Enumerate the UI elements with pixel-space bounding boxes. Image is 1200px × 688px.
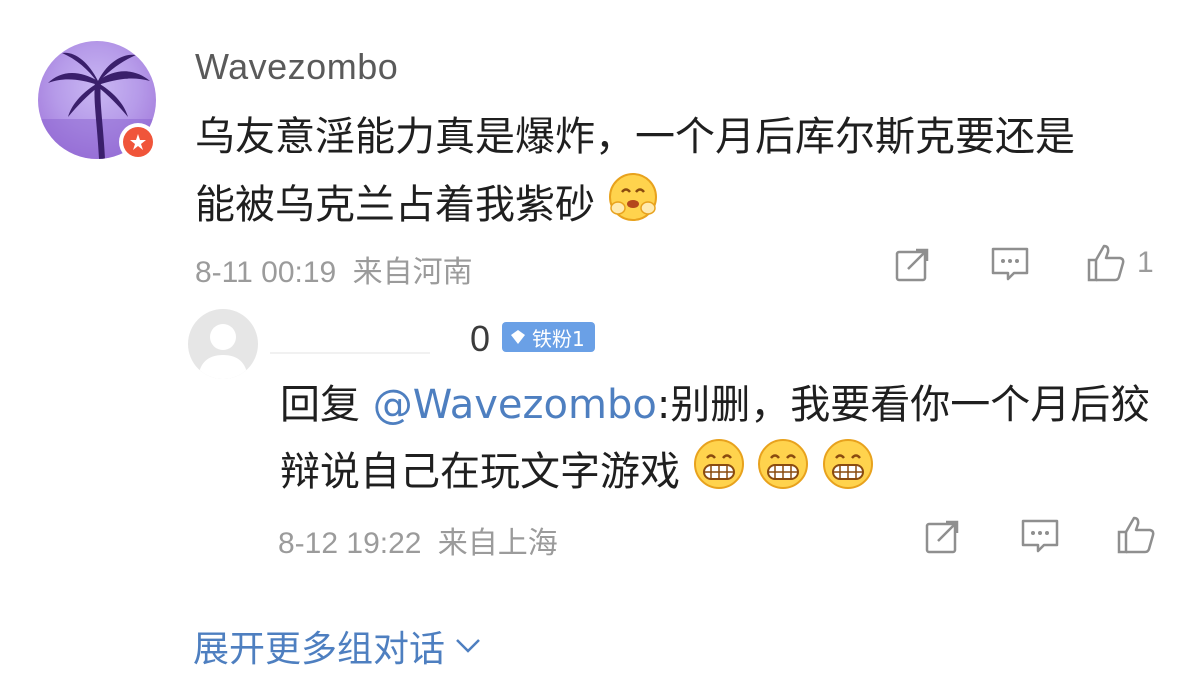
star-icon	[130, 134, 146, 150]
reply-line-1: 回复 @Wavezombo:别删，我要看你一个月后狡	[280, 382, 1151, 428]
fan-badge: 铁粉1	[502, 322, 595, 352]
comment-icon	[1021, 519, 1059, 553]
reply-username-suffix[interactable]: 0	[470, 318, 490, 360]
reply-username-redacted	[270, 352, 430, 354]
like-icon	[1087, 244, 1125, 282]
reply-line-2: 辩说自己在玩文字游戏	[280, 438, 1170, 510]
comment-location: 来自河南	[352, 256, 473, 289]
comment-line-1: 乌友意淫能力真是爆炸，一个月后库尔斯克要还是	[195, 114, 1075, 160]
grin-emoji-icon	[822, 438, 874, 510]
comment-line-2: 能被乌克兰占着我紫砂	[195, 171, 1165, 243]
share-button[interactable]	[890, 244, 936, 284]
reply-text: 回复 @Wavezombo:别删，我要看你一个月后狡 辩说自己在玩文字游戏	[280, 372, 1170, 510]
verified-badge	[119, 123, 157, 161]
reply-share-button[interactable]	[920, 516, 966, 556]
like-button[interactable]: 1	[1085, 241, 1165, 285]
comment-text: 乌友意淫能力真是爆炸，一个月后库尔斯克要还是 能被乌克兰占着我紫砂	[195, 103, 1165, 243]
reply-location: 来自上海	[437, 527, 558, 560]
default-user-icon	[198, 324, 248, 379]
share-icon	[895, 248, 929, 282]
hug-emoji-icon	[608, 172, 658, 243]
chevron-down-icon	[456, 639, 480, 653]
like-count: 1	[1137, 246, 1154, 279]
comment-meta: 8-11 00:19 来自河南	[195, 247, 473, 291]
comment-timestamp: 8-11 00:19	[195, 256, 337, 289]
mention-link[interactable]: @Wavezombo	[373, 382, 657, 428]
reply-meta: 8-12 19:22 来自上海	[278, 518, 558, 562]
comment-username[interactable]: Wavezombo	[195, 46, 398, 88]
grin-emoji-icon	[693, 438, 745, 510]
grin-emoji-icon	[757, 438, 809, 510]
comment-button[interactable]	[987, 244, 1033, 284]
like-icon	[1117, 516, 1155, 554]
comment-icon	[991, 247, 1029, 281]
reply-comment-button[interactable]	[1017, 516, 1063, 556]
expand-conversation-link[interactable]: 展开更多组对话	[193, 620, 481, 672]
reply-timestamp: 8-12 19:22	[278, 527, 422, 560]
reply-avatar[interactable]	[188, 309, 258, 379]
reply-like-button[interactable]	[1112, 512, 1160, 558]
share-icon	[925, 520, 959, 554]
diamond-icon	[511, 330, 525, 344]
